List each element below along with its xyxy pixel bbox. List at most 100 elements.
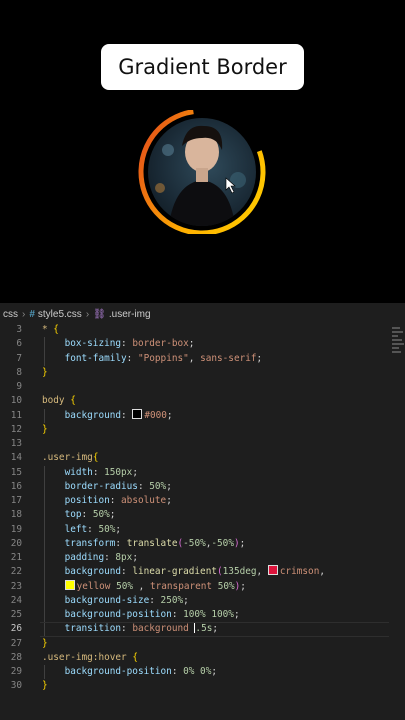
code-text: transition: background .5s; (42, 622, 218, 636)
code-token: .user-img:hover (42, 651, 133, 663)
code-line[interactable]: 17 position: absolute; (0, 494, 405, 509)
breadcrumb-file[interactable]: # style5.css (29, 309, 81, 320)
code-text: font-family: "Poppins", sans-serif; (42, 352, 263, 366)
code-line[interactable]: 7 font-family: "Poppins", sans-serif; (0, 351, 405, 366)
code-token: padding (64, 552, 105, 563)
code-line[interactable]: 18 top: 50%; (0, 508, 405, 523)
color-swatch-icon[interactable] (267, 565, 278, 576)
code-token: : (81, 509, 93, 521)
code-line[interactable]: 28 .user-img:hover { (0, 651, 405, 665)
code-token: ; (132, 466, 138, 478)
code-line[interactable]: 25 background-position: 100% 100%; (0, 608, 405, 623)
code-token: width (64, 466, 93, 478)
title-card: Gradient Border (101, 44, 304, 90)
code-token: } (42, 637, 48, 649)
avatar[interactable] (138, 110, 266, 234)
code-text: } (42, 423, 48, 437)
code-line[interactable]: 3 * { (0, 323, 405, 337)
code-token: "Poppins" (137, 352, 189, 364)
code-lines[interactable]: 3 * {6 box-sizing: border-box; 7 font-fami… (0, 323, 405, 694)
code-token: , (188, 352, 201, 364)
breadcrumb-symbol[interactable]: ⛓ .user-img (93, 309, 150, 320)
code-line[interactable]: 26 transition: background .5s; (0, 622, 405, 637)
code-token: 0% 0% (183, 666, 212, 677)
code-token: : (109, 495, 122, 506)
code-text: background-position: 100% 100%; (42, 608, 240, 622)
code-token: background (64, 566, 122, 578)
code-token: 250% (160, 594, 184, 606)
code-line[interactable]: 16 border-radius: 50%; (0, 479, 405, 494)
code-token: : (92, 466, 105, 478)
line-number: 23 (10, 580, 22, 592)
color-swatch-icon[interactable] (132, 408, 143, 419)
code-line[interactable]: 9 (0, 380, 405, 394)
code-text: background: #000; (42, 408, 173, 423)
line-number: 26 (10, 623, 22, 635)
code-line[interactable]: 27} (0, 637, 405, 651)
code-token: transparent (149, 580, 218, 592)
code-token: transform (64, 537, 116, 549)
chevron-right-icon: › (85, 308, 90, 320)
code-line[interactable]: 14 .user-img{ (0, 451, 405, 465)
code-token: left (64, 523, 88, 535)
code-token: ; (239, 537, 246, 549)
line-number: 15 (10, 466, 22, 478)
line-number: 16 (10, 480, 22, 492)
line-number: 27 (10, 637, 22, 649)
code-token: : (149, 594, 161, 606)
line-number: 29 (10, 666, 22, 677)
code-line[interactable]: 29 background-position: 0% 0%; (0, 665, 405, 680)
code-token: { (132, 651, 138, 663)
code-line[interactable]: 30} (0, 679, 405, 693)
code-text: position: absolute; (42, 494, 172, 508)
code-token: , (319, 566, 325, 578)
code-editor[interactable]: css › # style5.css › ⛓ .user-img 3 * {6 box… (0, 303, 405, 720)
code-token: ; (212, 623, 219, 635)
selector-symbol-icon: ⛓ (93, 308, 106, 320)
code-line[interactable]: 13 (0, 437, 405, 451)
code-line[interactable]: 15 width: 150px; (0, 465, 405, 480)
code-text: yellow 50% , transparent 50%); (42, 579, 246, 594)
code-line[interactable]: 23 yellow 50% , transparent 50%); (0, 579, 405, 594)
code-line[interactable]: 12} (0, 423, 405, 437)
code-token: ; (240, 580, 246, 592)
text-cursor (194, 622, 196, 634)
code-text: transform: translate(-50%,-50%); (42, 537, 246, 551)
code-line[interactable]: 24 background-size: 250%; (0, 593, 405, 608)
code-token: body (42, 395, 71, 407)
line-number: 28 (10, 651, 22, 663)
code-token: absolute (121, 495, 167, 506)
code-token: : (115, 537, 127, 549)
code-token: ; (166, 495, 172, 506)
code-token: 50% (116, 580, 134, 592)
line-number: 24 (10, 594, 22, 606)
code-line[interactable]: 6 box-sizing: border-box; (0, 337, 405, 352)
breadcrumb-symbol-label: .user-img (108, 308, 151, 320)
code-line[interactable]: 21 padding: 8px; (0, 551, 405, 566)
code-token: transition (64, 623, 122, 635)
line-number: 17 (10, 495, 22, 506)
code-token: position (64, 495, 110, 506)
line-number: 20 (10, 537, 22, 549)
color-swatch-icon[interactable] (64, 579, 75, 590)
code-token: : (171, 666, 184, 677)
code-line[interactable]: 22 background: linear-gradient(135deg, c… (0, 565, 405, 580)
code-token: * (42, 324, 54, 335)
code-line[interactable]: 11 background: #000; (0, 408, 405, 423)
code-token: 8px (115, 552, 133, 563)
breadcrumb-root[interactable]: css (3, 309, 18, 320)
code-token: ; (109, 509, 116, 521)
code-line[interactable]: 10 body { (0, 394, 405, 408)
code-text: .user-img{ (42, 451, 98, 465)
code-line[interactable]: 8} (0, 366, 405, 380)
line-number: 14 (10, 452, 22, 464)
code-token: 150px (104, 466, 133, 478)
code-line[interactable]: 19 left: 50%; (0, 522, 405, 537)
code-text: .user-img:hover { (42, 651, 138, 665)
code-line[interactable]: 20 transform: translate(-50%,-50%); (0, 536, 405, 551)
